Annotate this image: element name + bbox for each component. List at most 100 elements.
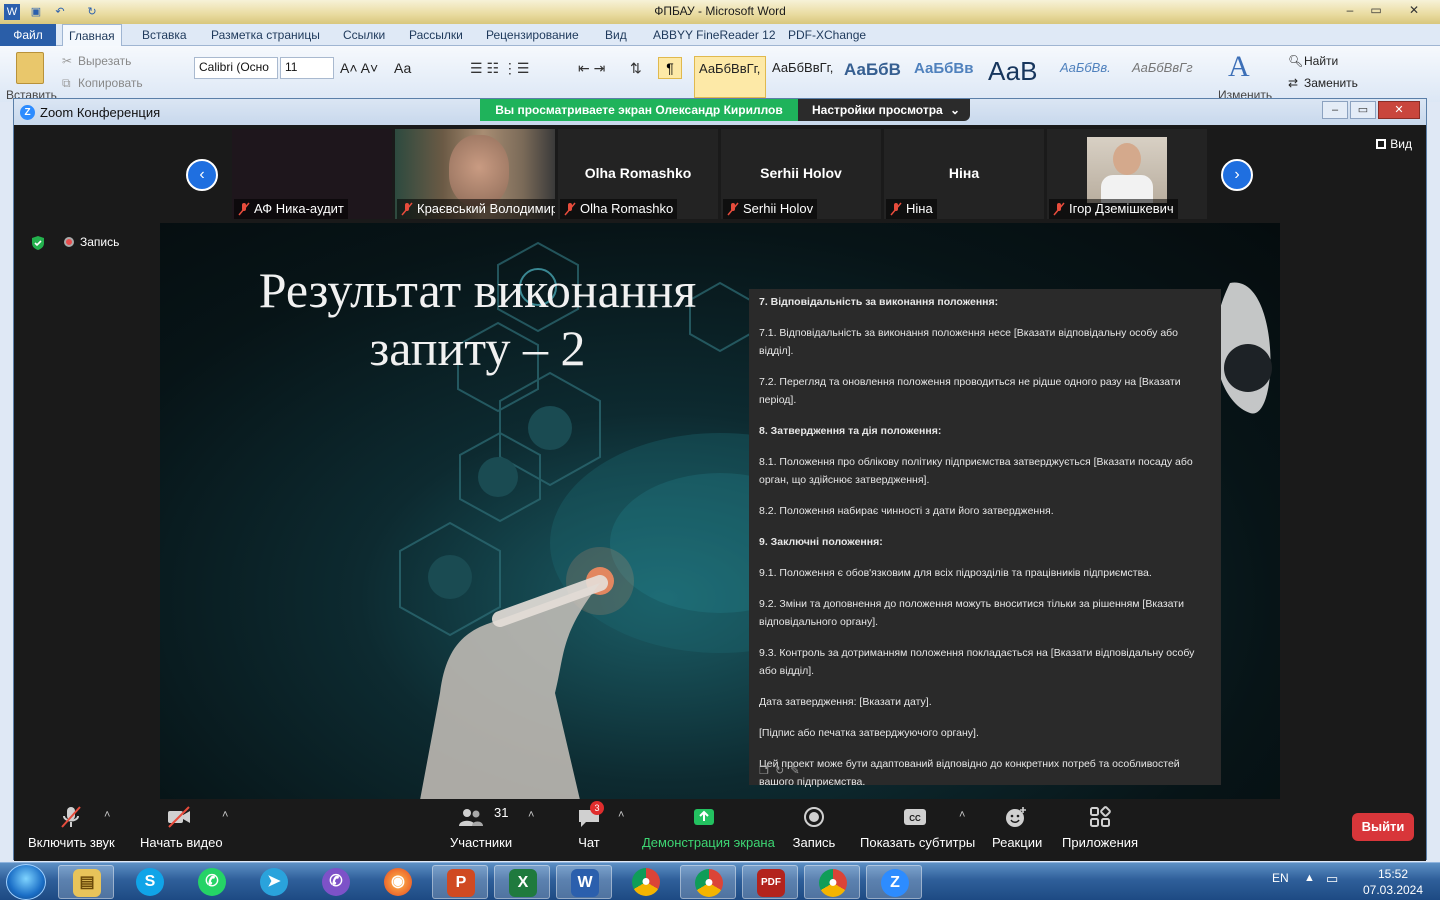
view-settings-button[interactable]: Настройки просмотра ⌄ [798,99,970,121]
participants-options-caret[interactable]: ˄ [528,809,534,821]
participants-label: Участники [450,835,513,850]
unmute-label: Включить звук [28,835,115,850]
tab-mailings[interactable]: Рассылки [403,24,469,46]
tab-review[interactable]: Рецензирование [480,24,585,46]
chat-button[interactable]: 3 Чат [574,801,604,850]
tab-file[interactable]: Файл [0,24,56,46]
find-icon: 🔍︎ [1288,54,1304,68]
chat-options-caret[interactable]: ˄ [618,809,624,821]
audio-options-caret[interactable]: ˄ [104,809,110,821]
style-title[interactable]: АаВ [984,56,1052,98]
change-styles-icon[interactable]: A [1228,50,1260,83]
participants-button[interactable]: 31 Участники [450,805,513,850]
apps-button[interactable]: Приложения [1062,805,1138,850]
captions-button[interactable]: CC Показать субтитры [860,805,975,850]
tab-references[interactable]: Ссылки [337,24,391,46]
participant-tile[interactable]: Olha Romashko Olha Romashko [558,129,718,219]
clock[interactable]: 15:52 07.03.2024 [1356,866,1430,898]
view-button[interactable]: Вид [1376,137,1412,151]
tab-abbyy[interactable]: ABBYY FineReader 12 [647,24,782,46]
record-label: Запись [792,835,836,850]
cut-button[interactable]: Вырезать [78,54,131,68]
share-screen-button[interactable]: Демонстрация экрана [642,805,775,850]
maximize-icon[interactable]: ▭ [1364,1,1388,19]
zoom-meeting-area: ‹ АФ Ника-аудит Краєвський Володимир Olh… [14,125,1426,861]
tab-page-layout[interactable]: Разметка страницы [205,24,326,46]
shield-icon[interactable] [30,235,46,251]
tab-insert[interactable]: Вставка [136,24,193,46]
participant-tile-video[interactable]: Краєвський Володимир [395,129,555,219]
tab-home[interactable]: Главная [62,24,122,47]
recording-indicator[interactable]: Запись [64,235,119,249]
style-normal[interactable]: АаБбВвГг, [694,56,766,98]
taskbar-app-chrome[interactable]: ● [618,865,674,899]
taskbar-app-firefox[interactable]: ◉ [370,865,426,899]
start-button[interactable] [6,864,46,900]
tray-expand-icon[interactable]: ▲ [1304,872,1315,884]
taskbar-app-whatsapp[interactable]: ✆ [184,865,240,899]
taskbar-app-skype[interactable]: S [122,865,178,899]
close-icon[interactable]: ✕ [1402,1,1426,19]
indent-icon[interactable]: ⇤ ⇥ [578,60,605,77]
viber-icon: ✆ [322,868,350,896]
show-marks-icon[interactable]: ¶ [658,57,682,79]
taskbar-app-zoom[interactable]: Z [866,865,922,899]
grow-font-icon[interactable]: A˄ A˅ [340,60,378,76]
style-heading1[interactable]: АаБбВ [840,56,908,98]
zoom-close-icon[interactable]: ✕ [1378,101,1420,119]
thumbs-down-icon[interactable]: ✎ [790,765,799,777]
minimize-icon[interactable]: – [1338,1,1362,19]
find-button[interactable]: Найти [1304,54,1338,68]
reactions-button[interactable]: Реакции [992,805,1042,850]
taskbar-app-powerpoint[interactable]: P [432,865,488,899]
style-subtitle[interactable]: АаБбВв. [1056,56,1124,98]
copy-button[interactable]: Копировать [78,76,143,90]
participant-tile[interactable]: АФ Ника-аудит [232,129,392,219]
video-options-caret[interactable]: ˄ [222,809,228,821]
zoom-maximize-icon[interactable]: ▭ [1350,101,1376,119]
replace-button[interactable]: Заменить [1304,76,1358,90]
paragraph: Дата затвердження: [Вказати дату]. [759,696,932,708]
taskbar-app-telegram[interactable]: ➤ [246,865,302,899]
style-no-spacing[interactable]: АаБбВвГг, [768,56,838,98]
font-size-select[interactable]: 11 [280,57,334,79]
participant-label: АФ Ника-аудит [234,199,348,219]
taskbar-app-explorer[interactable]: ▤ [58,865,114,899]
sort-icon[interactable]: ⇅ [630,60,642,77]
change-case-icon[interactable]: Аа [394,60,411,76]
taskbar-app-pdf-xchange[interactable]: PDF [742,865,798,899]
next-page-button[interactable]: › [1221,159,1253,191]
unmute-button[interactable]: Включить звук [28,805,115,850]
leave-button[interactable]: Выйти [1352,813,1414,841]
chrome-icon: ● [632,868,660,896]
style-heading2[interactable]: АаБбВв [910,56,980,98]
regenerate-icon[interactable]: ↻ [775,765,784,777]
taskbar-app-chrome-profile-2[interactable]: ● [804,865,860,899]
avatar-face [1113,143,1141,175]
slide-title-line1: Результат виконання [258,262,697,318]
paragraph: 9.2. Зміни та доповнення до положення мо… [759,598,1184,628]
bullets-icon[interactable]: ☰ ☷ ⋮☰ [470,60,529,77]
participant-tile[interactable]: Ніна Ніна [884,129,1044,219]
taskbar-app-viber[interactable]: ✆ [308,865,364,899]
record-button[interactable]: Запись [792,805,836,850]
tab-view[interactable]: Вид [599,24,633,46]
prev-page-button[interactable]: ‹ [186,159,218,191]
word-ribbon-tabs: Файл Главная Вставка Разметка страницы С… [0,24,1440,47]
language-indicator[interactable]: EN [1272,871,1289,885]
start-video-label: Начать видео [140,835,223,850]
captions-options-caret[interactable]: ˄ [959,809,965,821]
tab-pdf-xchange[interactable]: PDF-XChange [782,24,872,46]
network-icon[interactable]: ▭ [1326,871,1338,887]
paste-icon[interactable] [16,52,44,84]
style-subtle-emphasis[interactable]: АаБбВвГг [1128,56,1198,98]
copy-icon[interactable]: ❐ [759,765,769,777]
participant-tile[interactable]: Ігор Дземішкевич [1047,129,1207,219]
start-video-button[interactable]: Начать видео [140,805,223,850]
zoom-minimize-icon[interactable]: – [1322,101,1348,119]
taskbar-app-excel[interactable]: X [494,865,550,899]
participant-tile[interactable]: Serhii Holov Serhii Holov [721,129,881,219]
taskbar-app-word[interactable]: W [556,865,612,899]
font-name-select[interactable]: Calibri (Осно [194,57,278,79]
taskbar-app-chrome-profile[interactable]: ● [680,865,736,899]
